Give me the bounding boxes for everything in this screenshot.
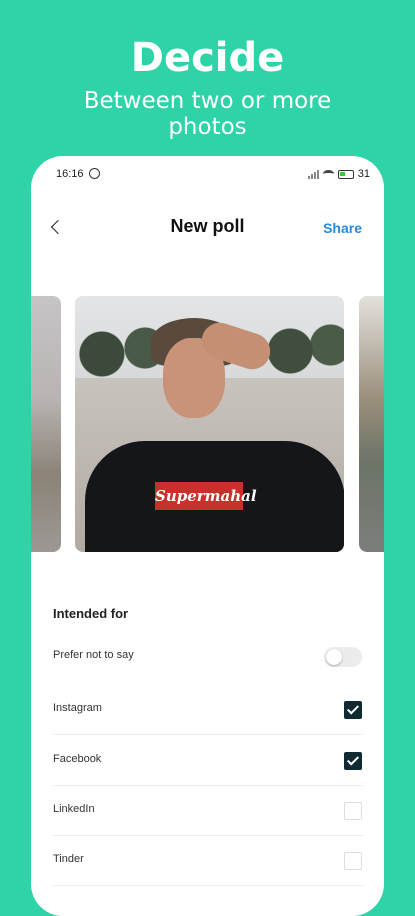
option-tinder[interactable]: Tinder xyxy=(53,836,363,886)
hero-subtitle-line1: Between two or more xyxy=(83,88,332,114)
option-facebook[interactable]: Facebook xyxy=(53,736,363,786)
photo-previous[interactable] xyxy=(31,296,61,552)
status-indicators: 31 xyxy=(307,168,370,180)
option-prefer-not-to-say[interactable]: Prefer not to say xyxy=(53,632,363,682)
signal-icon xyxy=(307,169,319,179)
prefer-not-to-say-toggle[interactable] xyxy=(324,647,362,667)
share-button[interactable]: Share xyxy=(323,220,362,236)
check-icon xyxy=(346,702,360,715)
nav-bar: New poll Share xyxy=(31,208,384,248)
hero-title: Decide xyxy=(130,35,285,81)
hero-subtitle-line2: photos xyxy=(168,114,247,140)
photo-next[interactable] xyxy=(359,296,384,552)
photo-shirt-logo: Supermahal xyxy=(155,482,257,510)
instagram-checkbox[interactable] xyxy=(344,701,362,719)
alarm-icon xyxy=(89,168,100,179)
option-label: Tinder xyxy=(53,853,84,865)
option-label: LinkedIn xyxy=(53,803,95,815)
battery-icon xyxy=(337,169,354,179)
status-bar: 16:16 31 xyxy=(31,156,384,192)
toggle-knob xyxy=(326,649,342,665)
option-label: Prefer not to say xyxy=(53,649,134,661)
wifi-icon xyxy=(322,170,334,178)
photo-current[interactable]: Supermahal xyxy=(75,296,344,552)
facebook-checkbox[interactable] xyxy=(344,752,362,770)
tinder-checkbox[interactable] xyxy=(344,852,362,870)
option-label: Instagram xyxy=(53,702,102,714)
status-time: 16:16 xyxy=(56,168,84,180)
intended-for-title: Intended for xyxy=(53,606,129,621)
hero-subtitle: Between two or more photos xyxy=(0,88,415,140)
check-icon xyxy=(346,753,360,766)
photo-carousel[interactable]: Supermahal xyxy=(31,296,384,552)
battery-level: 31 xyxy=(357,168,370,180)
linkedin-checkbox[interactable] xyxy=(344,802,362,820)
option-instagram[interactable]: Instagram xyxy=(53,685,363,735)
option-label: Facebook xyxy=(53,753,102,765)
option-linkedin[interactable]: LinkedIn xyxy=(53,786,363,836)
phone-screen: 16:16 31 New poll Share Supermahal Inten… xyxy=(31,156,384,916)
